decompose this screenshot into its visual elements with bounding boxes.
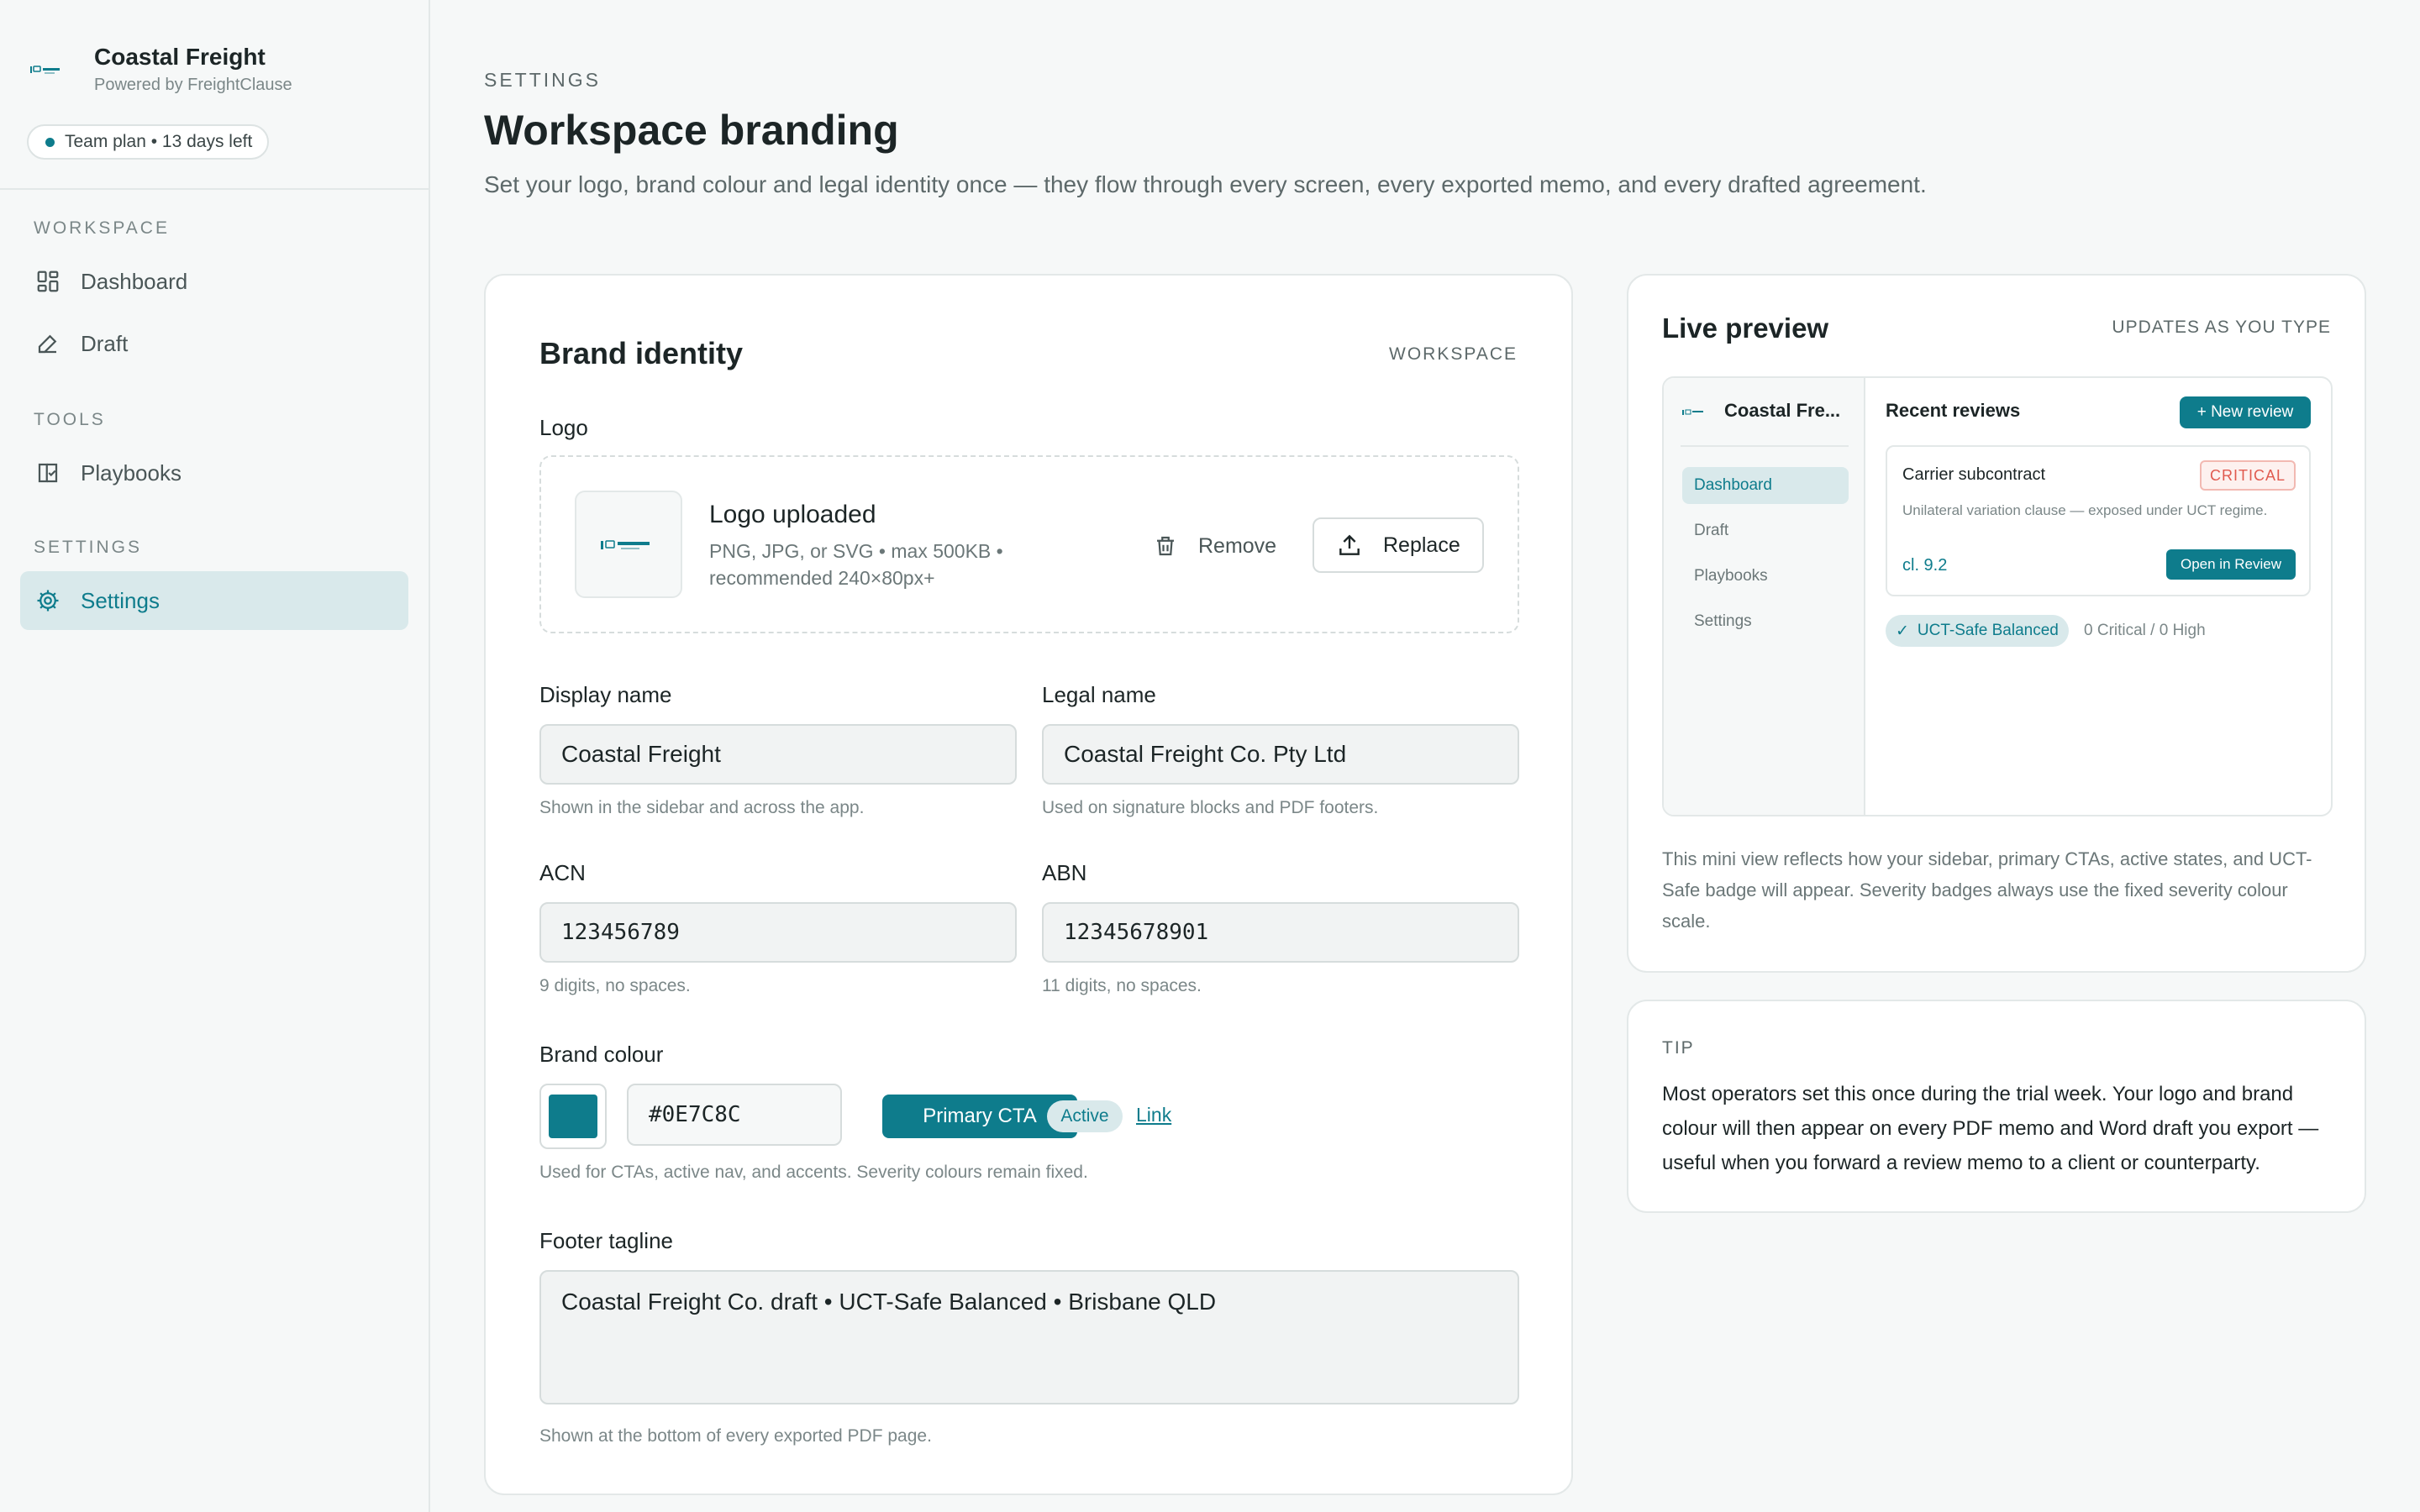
mini-nav-settings: Settings xyxy=(1694,612,1752,630)
workspace-brand[interactable]: Coastal Freight Powered by FreightClause xyxy=(30,44,292,95)
powered-by: Powered by FreightClause xyxy=(94,76,292,94)
remove-label: Remove xyxy=(1198,533,1277,558)
sidebar-item-settings[interactable]: Settings xyxy=(20,571,408,630)
footer-tagline-label: Footer tagline xyxy=(539,1228,673,1253)
card-tag: UPDATES AS YOU TYPE xyxy=(2112,318,2331,337)
tip-card: TIP Most operators set this once during … xyxy=(1627,1000,2366,1213)
sidebar-item-label: Dashboard xyxy=(81,268,188,294)
sidebar: Coastal Freight Powered by FreightClause… xyxy=(0,0,430,1512)
nav-section-settings: SETTINGS xyxy=(34,538,143,557)
brand-colour-hex-field[interactable]: #0E7C8C xyxy=(627,1084,842,1146)
colour-swatch xyxy=(549,1095,597,1138)
sidebar-item-label: Settings xyxy=(81,587,160,613)
mini-recent-title: Recent reviews xyxy=(1886,400,2021,421)
logo-thumbnail xyxy=(575,491,682,598)
tip-text: Most operators set this once during the … xyxy=(1662,1083,2319,1174)
sidebar-item-draft[interactable]: Draft xyxy=(20,314,408,373)
card-tag: WORKSPACE xyxy=(1389,344,1518,364)
mini-logo xyxy=(1682,409,1703,415)
mini-review-desc: Unilateral variation clause — exposed un… xyxy=(1902,502,2268,518)
sidebar-item-label: Draft xyxy=(81,330,129,356)
mini-uct-badge: ✓ UCT-Safe Balanced xyxy=(1886,615,2069,647)
workspace-name: Coastal Freight xyxy=(94,44,266,70)
logo-dropzone[interactable]: Logo uploaded PNG, JPG, or SVG • max 500… xyxy=(539,455,1519,633)
brand-colour-help: Used for CTAs, active nav, and accents. … xyxy=(539,1163,1088,1182)
sample-active-badge: Active xyxy=(1047,1100,1123,1132)
mini-review-card: Carrier subcontract CRITICAL Unilateral … xyxy=(1886,445,2311,596)
acn-help: 9 digits, no spaces. xyxy=(539,976,691,995)
mini-severity-badge: CRITICAL xyxy=(2199,460,2296,491)
brand-identity-card: Brand identity WORKSPACE Logo Logo uploa… xyxy=(484,274,1573,1495)
mini-nav-draft: Draft xyxy=(1694,522,1729,539)
mini-app-name: Coastal Fre... xyxy=(1724,400,1841,421)
page-title: Workspace branding xyxy=(484,107,899,154)
mini-uct-badge-label: UCT-Safe Balanced xyxy=(1917,622,2059,639)
upload-icon xyxy=(1339,534,1360,555)
footer-tagline-textarea[interactable]: Coastal Freight Co. draft • UCT-Safe Bal… xyxy=(539,1270,1519,1404)
mini-review-clause: cl. 9.2 xyxy=(1902,556,1948,575)
card-title: Brand identity xyxy=(539,336,744,370)
tip-label: TIP xyxy=(1662,1038,1695,1058)
footer-tagline-help: Shown at the bottom of every exported PD… xyxy=(539,1426,932,1446)
mini-nav-playbooks: Playbooks xyxy=(1694,567,1768,585)
mini-review-title: Carrier subcontract xyxy=(1902,465,2046,484)
display-name-label: Display name xyxy=(539,682,672,707)
app-root: Coastal Freight Powered by FreightClause… xyxy=(0,0,2420,1512)
check-icon: ✓ xyxy=(1896,622,1909,640)
legal-name-field[interactable]: Coastal Freight Co. Pty Ltd xyxy=(1042,724,1519,785)
legal-name-label: Legal name xyxy=(1042,682,1156,707)
acn-field[interactable]: 123456789 xyxy=(539,902,1017,963)
gear-icon xyxy=(37,590,59,612)
mini-open-review-button: Open in Review xyxy=(2166,549,2296,580)
acn-label: ACN xyxy=(539,860,586,885)
sidebar-item-label: Playbooks xyxy=(81,459,182,486)
replace-label: Replace xyxy=(1383,533,1460,557)
logo-status: Logo uploaded xyxy=(709,501,876,528)
mini-sidebar: Coastal Fre... Dashboard Draft Playbooks… xyxy=(1664,378,1865,815)
preview-note: This mini view reflects how your sidebar… xyxy=(1662,848,2312,932)
replace-logo-button[interactable]: Replace xyxy=(1313,517,1484,573)
legal-name-help: Used on signature blocks and PDF footers… xyxy=(1042,798,1379,817)
sidebar-divider xyxy=(0,188,429,190)
breadcrumb: SETTINGS xyxy=(484,69,602,91)
trial-badge[interactable]: Team plan • 13 days left xyxy=(27,124,270,160)
remove-logo-button[interactable]: Remove xyxy=(1153,519,1276,573)
colour-swatch-picker[interactable] xyxy=(539,1084,607,1149)
mini-divider xyxy=(1681,445,1849,447)
sample-link[interactable]: Link xyxy=(1136,1104,1171,1126)
abn-label: ABN xyxy=(1042,860,1087,885)
pen-icon xyxy=(38,334,57,354)
trial-badge-label: Team plan • 13 days left xyxy=(65,132,253,151)
sidebar-item-dashboard[interactable]: Dashboard xyxy=(20,252,408,311)
abn-field[interactable]: 12345678901 xyxy=(1042,902,1519,963)
live-preview-card: Live preview UPDATES AS YOU TYPE Coastal… xyxy=(1627,274,2366,973)
mini-nav-dashboard: Dashboard xyxy=(1682,467,1849,504)
mini-new-review-button: + New review xyxy=(2180,396,2311,428)
brand-logo xyxy=(30,60,64,80)
brand-colour-label: Brand colour xyxy=(539,1042,664,1067)
dashboard-icon xyxy=(37,270,59,292)
display-name-field[interactable]: Coastal Freight xyxy=(539,724,1017,785)
trash-icon xyxy=(1157,536,1174,556)
abn-help: 11 digits, no spaces. xyxy=(1042,976,1202,995)
display-name-help: Shown in the sidebar and across the app. xyxy=(539,798,865,817)
nav-section-workspace: WORKSPACE xyxy=(34,218,170,238)
logo-label: Logo xyxy=(539,415,588,440)
page-description: Set your logo, brand colour and legal id… xyxy=(484,171,1927,197)
book-icon xyxy=(38,463,58,483)
mini-app-preview: Coastal Fre... Dashboard Draft Playbooks… xyxy=(1662,376,2333,816)
mini-severity-counts: 0 Critical / 0 High xyxy=(2084,622,2206,639)
card-title: Live preview xyxy=(1662,312,1829,344)
status-dot-icon xyxy=(45,137,55,147)
logo-hint: PNG, JPG, or SVG • max 500KB • recommend… xyxy=(709,540,1003,589)
nav-section-tools: TOOLS xyxy=(34,410,106,429)
sidebar-item-playbooks[interactable]: Playbooks xyxy=(20,444,408,502)
